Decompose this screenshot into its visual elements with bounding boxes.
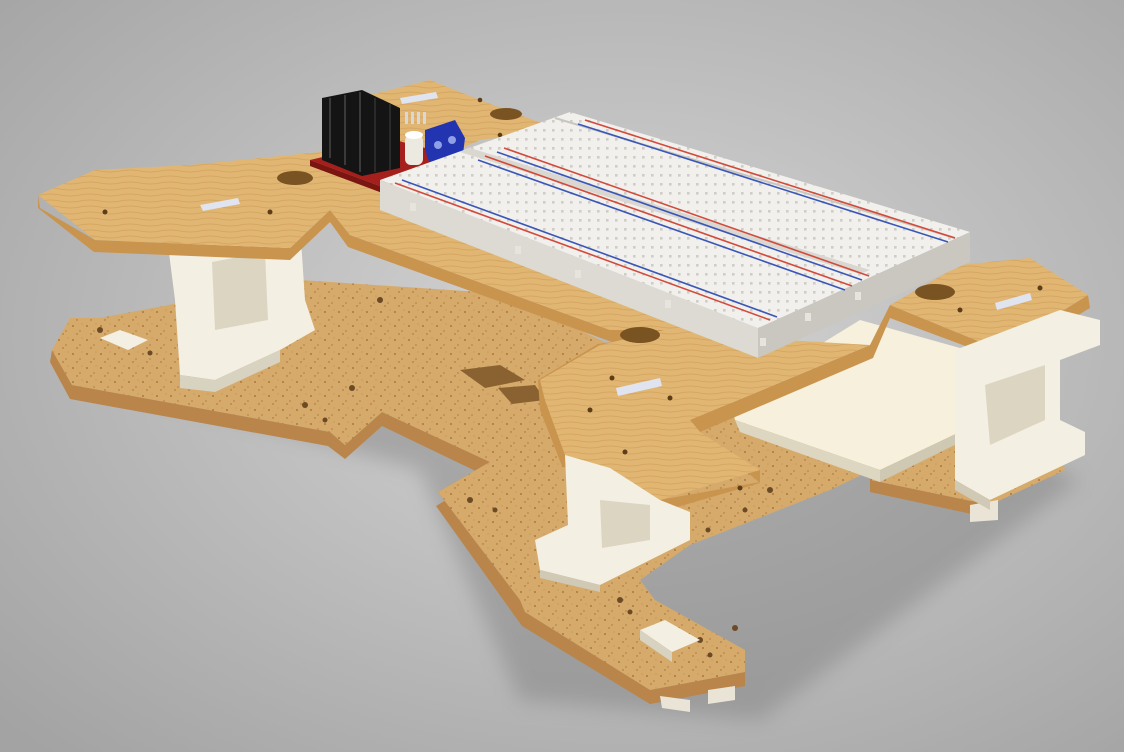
heatsink-icon	[322, 90, 400, 176]
render-scene	[0, 0, 1124, 752]
capacitor-icon	[405, 131, 423, 165]
